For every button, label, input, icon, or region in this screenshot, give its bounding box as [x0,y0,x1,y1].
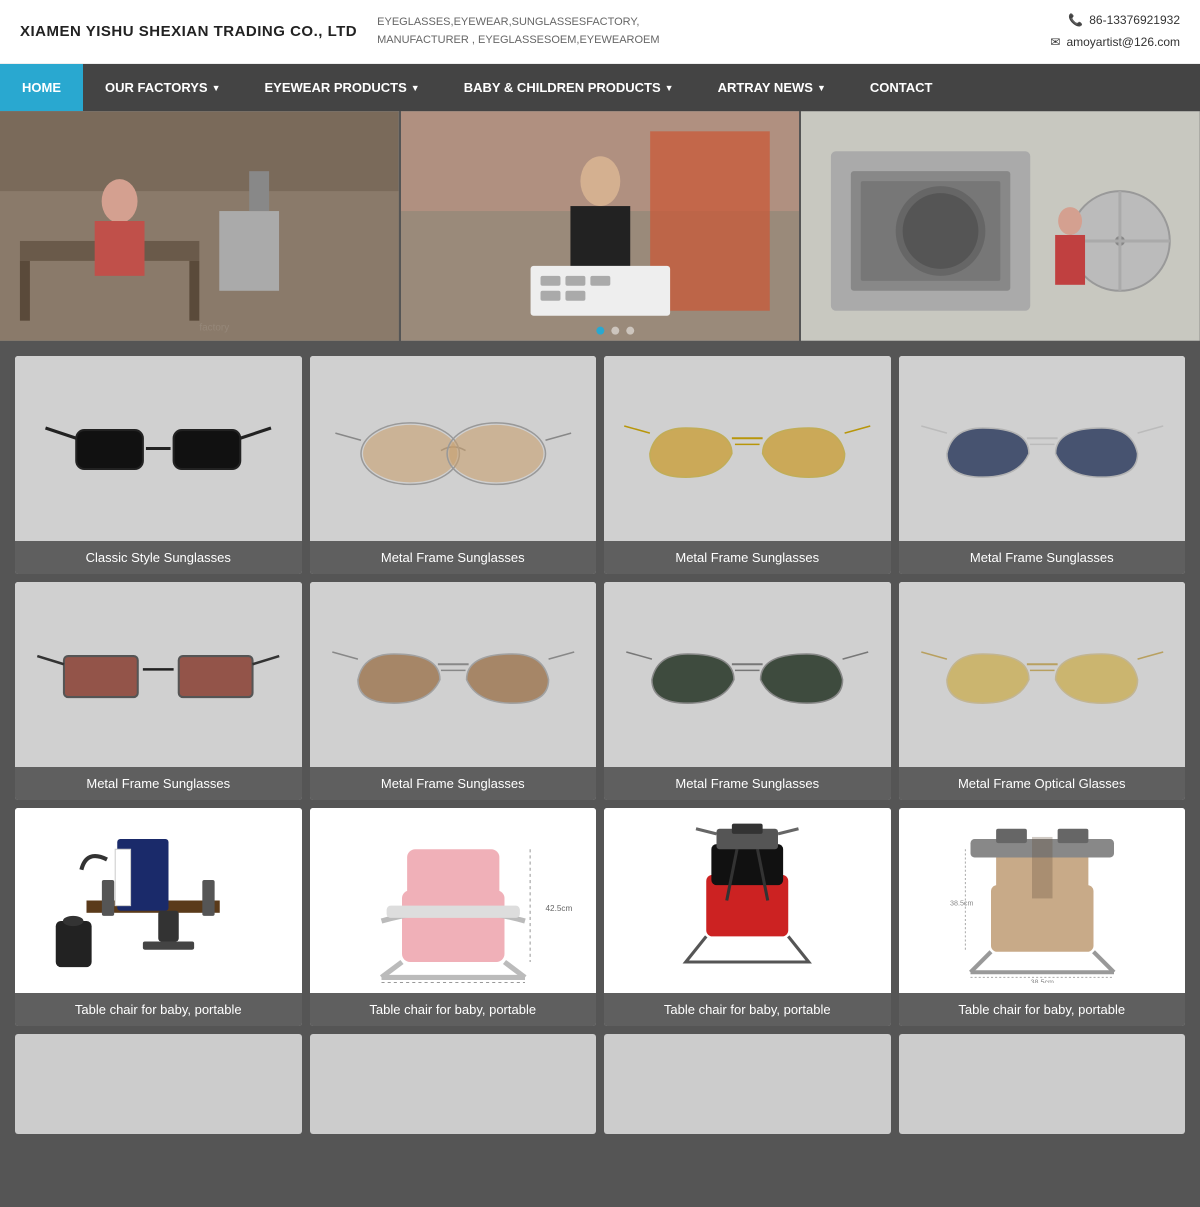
product-card-10[interactable]: 60cm 42.5cm Table chair for baby, portab… [310,808,597,1026]
baby-chair-4-svg: 38.5cm 38.5cm [909,818,1176,983]
nav-factorys[interactable]: OUR FACTORYS ▼ [83,64,243,111]
product-card-6[interactable]: Metal Frame Sunglasses [310,582,597,800]
product-label-12: Table chair for baby, portable [899,993,1186,1026]
email-icon [1050,32,1060,54]
product-label-5: Metal Frame Sunglasses [15,767,302,800]
product-label-3: Metal Frame Sunglasses [604,541,891,574]
product-label-8: Metal Frame Optical Glasses [899,767,1186,800]
product-card-3[interactable]: Metal Frame Sunglasses [604,356,891,574]
product-image-6 [310,582,597,767]
products-row-4 [15,1034,1185,1134]
main-nav: HOME OUR FACTORYS ▼ EYEWEAR PRODUCTS ▼ B… [0,64,1200,111]
product-card-8[interactable]: Metal Frame Optical Glasses [899,582,1186,800]
sunglasses-classic-svg [25,366,292,531]
product-card-4[interactable]: Metal Frame Sunglasses [899,356,1186,574]
sunglasses-metal2-svg [614,366,881,531]
product-card-1[interactable]: Classic Style Sunglasses [15,356,302,574]
nav-arrow-baby: ▼ [665,83,674,93]
phone-icon [1068,10,1083,32]
product-card-11[interactable]: Table chair for baby, portable [604,808,891,1026]
factory-panel-2 [401,111,800,341]
nav-eyewear[interactable]: EYEWEAR PRODUCTS ▼ [243,64,442,111]
sunglasses-metal4-svg [25,592,292,757]
product-image-5 [15,582,302,767]
nav-arrow-factorys: ▼ [212,83,221,93]
company-tagline: EYEGLASSES,EYEWEAR,SUNGLASSESFACTORY, MA… [377,14,659,49]
product-image-10: 60cm 42.5cm [310,808,597,993]
company-name: XIAMEN YISHU SHEXIAN TRADING CO., LTD [20,23,357,40]
sunglasses-metal6-svg [614,592,881,757]
sunglasses-metal1-svg [320,366,587,531]
product-label-11: Table chair for baby, portable [604,993,891,1026]
site-header: XIAMEN YISHU SHEXIAN TRADING CO., LTD EY… [0,0,1200,64]
nav-news[interactable]: ARTRAY NEWS ▼ [696,64,848,111]
product-card-13[interactable] [15,1034,302,1134]
product-card-2[interactable]: Metal Frame Sunglasses [310,356,597,574]
product-card-12[interactable]: 38.5cm 38.5cm Table chair for baby, port… [899,808,1186,1026]
baby-chair-2-svg: 60cm 42.5cm [320,818,587,983]
product-card-5[interactable]: Metal Frame Sunglasses [15,582,302,800]
phone-number: 86-13376921932 [1089,10,1180,32]
product-card-14[interactable] [310,1034,597,1134]
product-image-4 [899,356,1186,541]
header-left: XIAMEN YISHU SHEXIAN TRADING CO., LTD EY… [20,14,660,49]
product-image-7 [604,582,891,767]
nav-baby[interactable]: BABY & CHILDREN PRODUCTS ▼ [442,64,696,111]
product-image-11 [604,808,891,993]
phone-row: 86-13376921932 [1050,10,1180,32]
products-row-3: Table chair for baby, portable [15,808,1185,1026]
product-label-10: Table chair for baby, portable [310,993,597,1026]
product-card-15[interactable] [604,1034,891,1134]
nav-arrow-eyewear: ▼ [411,83,420,93]
products-section: Classic Style Sunglasses [0,341,1200,1149]
product-label-6: Metal Frame Sunglasses [310,767,597,800]
baby-chair-1-svg [25,818,292,983]
nav-home[interactable]: HOME [0,64,83,111]
product-image-8 [899,582,1186,767]
product-image-1 [15,356,302,541]
header-contact: 86-13376921932 amoyartist@126.com [1050,10,1180,53]
svg-text:factory: factory [199,323,229,334]
sunglasses-metal3-svg [909,366,1176,531]
factory-image-3 [801,111,1200,341]
product-label-2: Metal Frame Sunglasses [310,541,597,574]
nav-arrow-news: ▼ [817,83,826,93]
factory-grid: factory [0,111,1200,341]
nav-contact[interactable]: CONTACT [848,64,955,111]
baby-chair-3-svg [614,818,881,983]
product-image-12: 38.5cm 38.5cm [899,808,1186,993]
product-image-3 [604,356,891,541]
products-row-2: Metal Frame Sunglasses Metal Frame Sungl… [15,582,1185,800]
email-address: amoyartist@126.com [1066,32,1180,54]
product-image-9 [15,808,302,993]
product-label-4: Metal Frame Sunglasses [899,541,1186,574]
product-label-9: Table chair for baby, portable [15,993,302,1026]
factory-panel-3 [801,111,1200,341]
svg-text:42.5cm: 42.5cm [545,904,572,913]
sunglasses-optical-svg [909,592,1176,757]
svg-text:38.5cm: 38.5cm [950,900,974,908]
sunglasses-metal5-svg [320,592,587,757]
product-image-2 [310,356,597,541]
hero-section: factory [0,111,1200,341]
product-card-9[interactable]: Table chair for baby, portable [15,808,302,1026]
product-card-16[interactable] [899,1034,1186,1134]
factory-image-2 [401,111,800,341]
svg-text:38.5cm: 38.5cm [1030,979,1054,983]
factory-image-1: factory [0,111,399,341]
products-row-1: Classic Style Sunglasses [15,356,1185,574]
product-label-1: Classic Style Sunglasses [15,541,302,574]
product-card-7[interactable]: Metal Frame Sunglasses [604,582,891,800]
factory-panel-1: factory [0,111,399,341]
email-row: amoyartist@126.com [1050,32,1180,54]
tagline-line1: EYEGLASSES,EYEWEAR,SUNGLASSESFACTORY, [377,14,659,32]
product-label-7: Metal Frame Sunglasses [604,767,891,800]
tagline-line2: MANUFACTURER , EYEGLASSESOEM,EYEWEAROEM [377,32,659,50]
